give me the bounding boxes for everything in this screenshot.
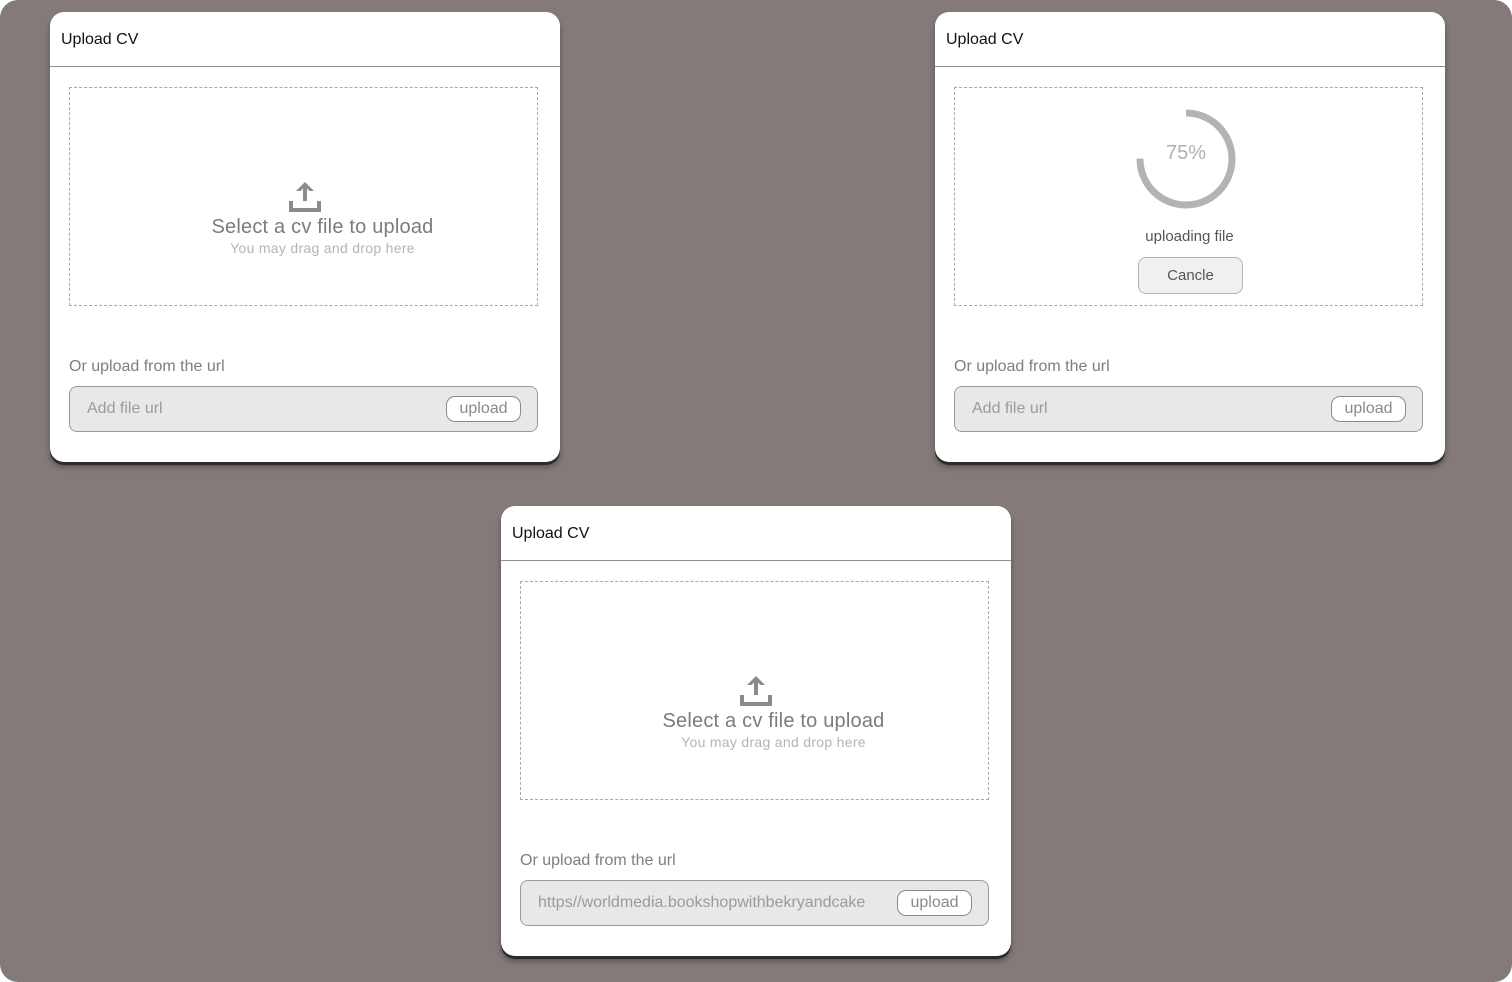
file-url-input[interactable] <box>955 387 1330 431</box>
url-input-group: upload <box>69 386 538 432</box>
url-upload-label: Or upload from the url <box>520 852 676 869</box>
file-url-input[interactable] <box>521 881 896 925</box>
url-upload-label: Or upload from the url <box>954 358 1110 375</box>
card-header: Upload CV <box>501 506 1011 561</box>
card-header: Upload CV <box>935 12 1445 67</box>
url-input-group: upload <box>954 386 1423 432</box>
file-url-input[interactable] <box>70 387 445 431</box>
dropzone-title: Select a cv file to upload <box>211 216 434 238</box>
cancel-button[interactable]: Cancle <box>1138 257 1243 294</box>
canvas-background: Upload CV Select a cv file to upload You… <box>0 0 1512 982</box>
file-dropzone[interactable]: Select a cv file to upload You may drag … <box>69 87 538 306</box>
upload-cv-card-empty: Upload CV Select a cv file to upload You… <box>50 12 560 462</box>
url-input-group: upload <box>520 880 989 926</box>
dropzone-title: Select a cv file to upload <box>662 710 885 732</box>
card-title: Upload CV <box>61 31 139 48</box>
dropzone-subtitle: You may drag and drop here <box>230 240 415 256</box>
card-header: Upload CV <box>50 12 560 67</box>
upload-icon <box>289 182 321 212</box>
file-dropzone[interactable]: Select a cv file to upload You may drag … <box>520 581 989 800</box>
card-title: Upload CV <box>946 31 1024 48</box>
upload-cv-card-url-filled: Upload CV Select a cv file to upload You… <box>501 506 1011 956</box>
upload-button[interactable]: upload <box>446 396 521 422</box>
upload-button[interactable]: upload <box>897 890 972 916</box>
upload-status-text: uploading file <box>1145 228 1234 245</box>
url-upload-label: Or upload from the url <box>69 358 225 375</box>
progress-percent: 75% <box>1165 142 1207 164</box>
upload-cv-card-uploading: Upload CV 75% uploading file Cancle Or u… <box>935 12 1445 462</box>
card-title: Upload CV <box>512 525 590 542</box>
file-dropzone: 75% uploading file Cancle <box>954 87 1423 306</box>
upload-button[interactable]: upload <box>1331 396 1406 422</box>
upload-icon <box>740 676 772 706</box>
dropzone-subtitle: You may drag and drop here <box>681 734 866 750</box>
